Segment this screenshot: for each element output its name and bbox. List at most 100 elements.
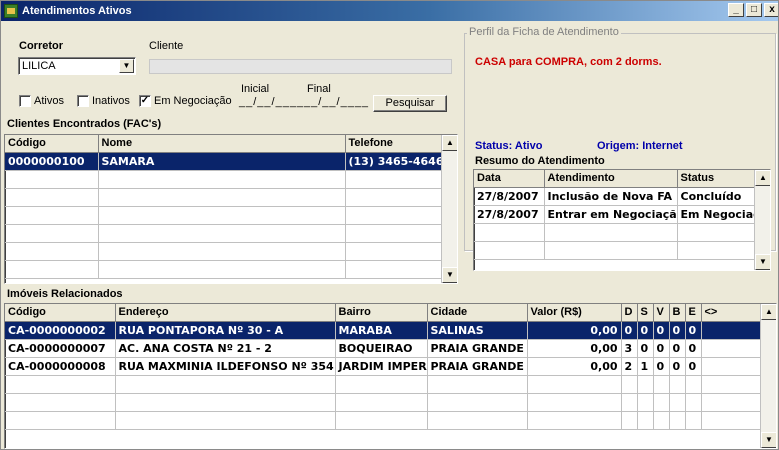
corretor-label: Corretor (19, 40, 64, 52)
col-nome[interactable]: Nome (98, 135, 346, 153)
cell-telefone: (13) 3465-4646 (345, 152, 442, 171)
cell-s: 0 (637, 339, 654, 358)
scroll-up-icon[interactable]: ▲ (442, 135, 457, 151)
col-cidade[interactable]: Cidade (427, 304, 528, 322)
cell-nome: SAMARA (98, 152, 346, 171)
imoveis-title: Imóveis Relacionados (7, 288, 123, 300)
cell-endereco: AC. ANA COSTA Nº 21 - 2 (115, 339, 336, 358)
table-row[interactable] (5, 242, 442, 261)
col-e[interactable]: E (685, 304, 702, 322)
cell-b: 0 (669, 321, 686, 340)
cell-endereco: RUA PONTAPORA Nº 30 - A (115, 321, 336, 340)
table-row[interactable] (5, 260, 442, 279)
table-row[interactable] (5, 206, 442, 225)
col-v[interactable]: V (653, 304, 670, 322)
table-row[interactable] (5, 224, 442, 243)
resumo-title: Resumo do Atendimento (475, 155, 605, 167)
col-telefone[interactable]: Telefone (345, 135, 442, 153)
inativos-check-box[interactable] (77, 95, 89, 107)
cell-atendimento: Entrar em Negociaçã (544, 205, 678, 224)
cell-valor: 0,00 (527, 339, 622, 358)
table-row[interactable]: CA-0000000007 AC. ANA COSTA Nº 21 - 2 BO… (5, 339, 761, 358)
cliente-field[interactable] (149, 59, 452, 74)
inicial-date-field[interactable]: __/__/____ (239, 96, 304, 108)
cell-s: 1 (637, 357, 654, 376)
window-title: Atendimentos Ativos (22, 5, 132, 17)
table-row[interactable]: CA-0000000008 RUA MAXMINIA ILDEFONSO Nº … (5, 357, 761, 376)
table-row[interactable] (5, 393, 761, 412)
cell-v: 0 (653, 339, 670, 358)
inicial-label: Inicial (241, 83, 270, 95)
origem-text: Origem: Internet (597, 140, 683, 152)
resumo-grid[interactable]: Data Atendimento Status 27/8/2007 Inclus… (473, 169, 771, 271)
table-row[interactable] (5, 411, 761, 430)
scroll-down-icon[interactable]: ▼ (761, 432, 776, 448)
cell-bairro: BOQUEIRAO (335, 339, 428, 358)
table-row[interactable]: 27/8/2007 Inclusão de Nova FA Concluído (474, 187, 755, 206)
cell-codigo: CA-0000000002 (5, 321, 116, 340)
clientes-scrollbar[interactable]: ▲ ▼ (441, 135, 457, 283)
scroll-down-icon[interactable]: ▼ (755, 254, 770, 270)
table-row[interactable] (5, 170, 442, 189)
cell-v: 0 (653, 321, 670, 340)
col-link[interactable]: <> (701, 304, 761, 322)
cell-valor: 0,00 (527, 357, 622, 376)
resumo-scrollbar[interactable]: ▲ ▼ (754, 170, 770, 270)
table-row[interactable] (5, 188, 442, 207)
col-endereco[interactable]: Endereço (115, 304, 336, 322)
inativos-checkbox[interactable]: Inativos (77, 95, 130, 107)
pesquisar-button[interactable]: Pesquisar (373, 95, 447, 112)
col-s[interactable]: S (637, 304, 654, 322)
col-codigo[interactable]: Código (5, 135, 99, 153)
cell-d: 0 (621, 321, 638, 340)
inativos-label: Inativos (92, 95, 130, 107)
cell-valor: 0,00 (527, 321, 622, 340)
clientes-title: Clientes Encontrados (FAC's) (7, 118, 162, 130)
final-date-field[interactable]: __/__/____ (304, 96, 369, 108)
cell-status: Em Negociaç (677, 205, 755, 224)
col-data[interactable]: Data (474, 170, 545, 188)
imoveis-scrollbar[interactable]: ▲ ▼ (760, 304, 776, 448)
em-negociacao-checkbox[interactable]: ✓ Em Negociação (139, 95, 232, 107)
cell-codigo: 0000000100 (5, 152, 99, 171)
col-bairro[interactable]: Bairro (335, 304, 428, 322)
scroll-down-icon[interactable]: ▼ (442, 267, 457, 283)
table-row[interactable] (474, 223, 755, 242)
cell-data: 27/8/2007 (474, 205, 545, 224)
scroll-up-icon[interactable]: ▲ (755, 170, 770, 186)
clientes-grid[interactable]: Código Nome Telefone 0000000100 SAMARA (… (4, 134, 458, 284)
col-valor[interactable]: Valor (R$) (527, 304, 622, 322)
check-icon[interactable]: ✓ (139, 95, 151, 107)
col-codigo[interactable]: Código (5, 304, 116, 322)
perfil-group-title: Perfil da Ficha de Atendimento (467, 26, 621, 38)
scroll-up-icon[interactable]: ▲ (761, 304, 776, 320)
cell-endereco: RUA MAXMINIA ILDEFONSO Nº 354 (115, 357, 336, 376)
corretor-select[interactable]: LILICA ▼ (18, 57, 136, 75)
cell-e: 0 (685, 357, 702, 376)
minimize-button[interactable]: _ (728, 3, 744, 17)
cell-e: 0 (685, 339, 702, 358)
table-row[interactable]: CA-0000000002 RUA PONTAPORA Nº 30 - A MA… (5, 321, 761, 340)
table-row[interactable] (474, 241, 755, 260)
cell-atendimento: Inclusão de Nova FA (544, 187, 678, 206)
ativos-checkbox[interactable]: Ativos (19, 95, 64, 107)
col-status[interactable]: Status (677, 170, 755, 188)
table-row[interactable]: 27/8/2007 Entrar em Negociaçã Em Negocia… (474, 205, 755, 224)
table-row[interactable]: 0000000100 SAMARA (13) 3465-4646 (5, 152, 442, 171)
cell-d: 3 (621, 339, 638, 358)
close-button[interactable]: x (764, 3, 778, 17)
title-bar[interactable]: Atendimentos Ativos _ □ x (1, 1, 778, 21)
imoveis-grid[interactable]: Código Endereço Bairro Cidade Valor (R$)… (4, 303, 777, 449)
chevron-down-icon[interactable]: ▼ (119, 59, 134, 73)
cell-codigo: CA-0000000007 (5, 339, 116, 358)
col-d[interactable]: D (621, 304, 638, 322)
ativos-check-box[interactable] (19, 95, 31, 107)
table-row[interactable] (5, 375, 761, 394)
final-label: Final (307, 83, 331, 95)
col-b[interactable]: B (669, 304, 686, 322)
maximize-button[interactable]: □ (746, 3, 762, 17)
cell-cidade: PRAIA GRANDE (427, 357, 528, 376)
cell-b: 0 (669, 357, 686, 376)
app-icon (4, 4, 18, 18)
col-atendimento[interactable]: Atendimento (544, 170, 678, 188)
